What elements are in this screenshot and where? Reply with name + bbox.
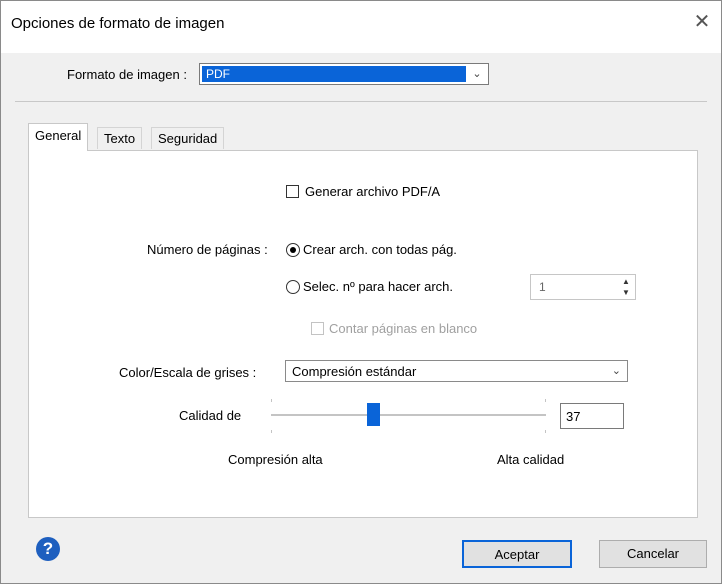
blank-pages-checkbox[interactable] xyxy=(311,322,324,335)
close-icon[interactable]: ✕ xyxy=(691,11,713,33)
radio-select-pages[interactable] xyxy=(286,280,300,294)
quality-value[interactable]: 37 xyxy=(566,409,580,424)
title-bar: Opciones de formato de imagen ✕ xyxy=(1,1,721,53)
image-format-options-dialog: Opciones de formato de imagen ✕ Formato … xyxy=(0,0,722,584)
quality-slider-track[interactable] xyxy=(271,414,546,416)
page-count-stepper[interactable]: 1 ▲ ▼ xyxy=(530,274,636,300)
radio-all-pages[interactable] xyxy=(286,243,300,257)
spin-down-icon[interactable]: ▼ xyxy=(619,287,633,298)
pdfa-checkbox[interactable] xyxy=(286,185,299,198)
image-format-select[interactable]: PDF ⌄ xyxy=(199,63,489,85)
radio-select-pages-label[interactable]: Selec. nº para hacer arch. xyxy=(303,279,453,294)
cancel-button[interactable]: Cancelar xyxy=(599,540,707,568)
color-select[interactable]: Compresión estándar ⌄ xyxy=(285,360,628,382)
pages-label: Número de páginas : xyxy=(147,242,268,257)
spin-up-icon[interactable]: ▲ xyxy=(619,276,633,287)
color-label: Color/Escala de grises : xyxy=(119,365,257,380)
image-format-label: Formato de imagen : xyxy=(67,67,187,82)
blank-pages-label: Contar páginas en blanco xyxy=(329,321,478,336)
slider-tick xyxy=(545,430,546,433)
pdfa-label[interactable]: Generar archivo PDF/A xyxy=(305,184,440,199)
quality-min-label: Compresión alta xyxy=(228,452,323,467)
separator xyxy=(15,101,707,102)
quality-value-field[interactable]: 37 xyxy=(560,403,624,429)
quality-max-label: Alta calidad xyxy=(497,452,565,467)
slider-tick xyxy=(271,399,272,402)
help-icon[interactable]: ? xyxy=(36,537,60,561)
quality-slider-thumb[interactable] xyxy=(367,403,380,426)
quality-label: Calidad de xyxy=(179,408,242,423)
tab-seguridad[interactable]: Seguridad xyxy=(151,127,225,149)
image-format-value: PDF xyxy=(202,66,466,82)
tab-texto[interactable]: Texto xyxy=(97,127,143,149)
slider-tick xyxy=(271,430,272,433)
chevron-down-icon[interactable]: ⌄ xyxy=(612,364,621,377)
tab-general[interactable]: General xyxy=(28,123,89,151)
radio-all-pages-label[interactable]: Crear arch. con todas pág. xyxy=(303,242,457,257)
color-select-value: Compresión estándar xyxy=(292,364,417,379)
dialog-title: Opciones de formato de imagen xyxy=(11,15,225,32)
page-count-value[interactable]: 1 xyxy=(539,280,546,294)
slider-tick xyxy=(545,399,546,402)
chevron-down-icon[interactable]: ⌄ xyxy=(469,66,485,82)
ok-button[interactable]: Aceptar xyxy=(462,540,572,568)
